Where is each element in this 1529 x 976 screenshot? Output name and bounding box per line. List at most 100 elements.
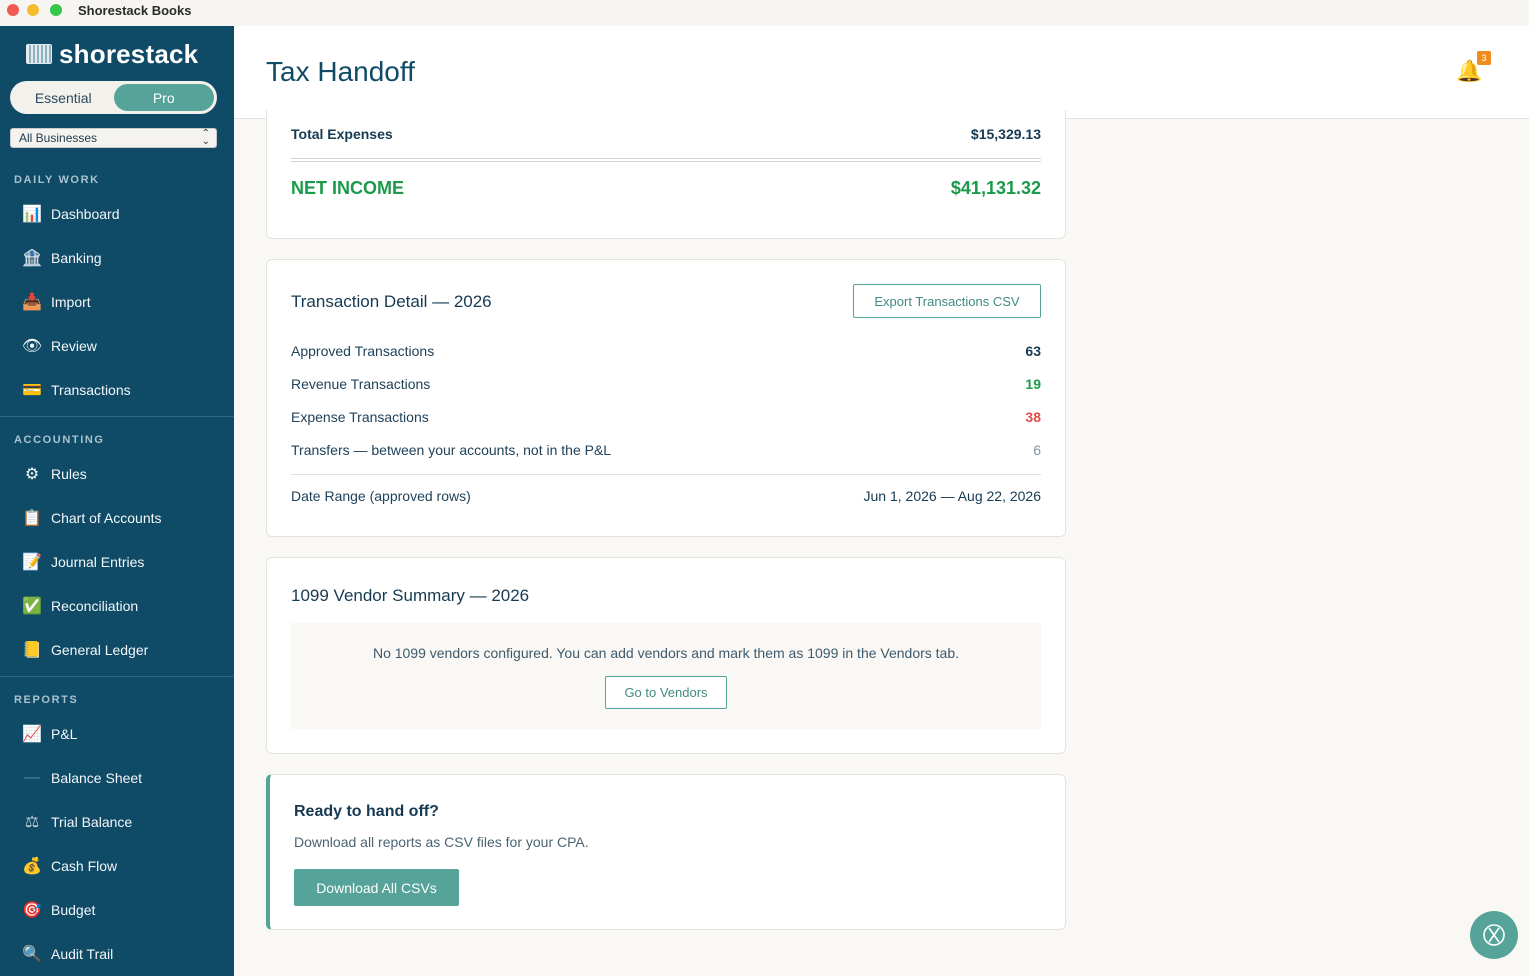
sidebar-item-budget[interactable]: 🎯 Budget <box>22 898 95 922</box>
sidebar-item-cash-flow[interactable]: 💰 Cash Flow <box>22 854 117 878</box>
net-income-value: $41,131.32 <box>950 178 1041 198</box>
section-heading-daily-work: DAILY WORK <box>14 174 100 186</box>
sidebar-item-label: Reconciliation <box>51 598 139 614</box>
eye-icon: 👁 <box>21 338 43 355</box>
total-expenses-row: Total Expenses $15,329.13 <box>291 126 1041 142</box>
sidebar-item-dashboard[interactable]: 📊 Dashboard <box>22 202 119 226</box>
sidebar-item-banking[interactable]: 🏦 Banking <box>22 246 102 270</box>
stat-value: 38 <box>1025 409 1041 425</box>
vendor-empty-text: No 1099 vendors configured. You can add … <box>372 645 960 661</box>
total-expenses-label: Total Expenses <box>291 126 393 142</box>
total-divider <box>291 158 1041 162</box>
sidebar-item-label: Audit Trail <box>51 946 114 962</box>
sidebar-item-balance-sheet[interactable]: — Balance Sheet <box>22 766 142 790</box>
help-button[interactable] <box>1470 911 1518 959</box>
sidebar-item-label: Budget <box>51 902 96 918</box>
bank-icon: 🏦 <box>22 250 42 267</box>
sidebar-item-label: Journal Entries <box>51 554 145 570</box>
stat-row-transfers: Transfers — between your accounts, not i… <box>291 442 1041 458</box>
stat-row-revenue: Revenue Transactions 19 <box>291 376 1041 392</box>
brand-name: shorestack <box>59 38 199 69</box>
plan-option-essential[interactable]: Essential <box>13 84 114 111</box>
ledger-icon: 📒 <box>22 642 42 659</box>
date-range-label: Date Range (approved rows) <box>291 488 471 504</box>
sidebar-item-label: Import <box>51 294 91 310</box>
plan-option-pro[interactable]: Pro <box>113 84 214 111</box>
vendor-summary-card: 1099 Vendor Summary — 2026 No 1099 vendo… <box>266 557 1066 754</box>
maximize-window-button[interactable] <box>50 4 62 16</box>
stat-divider <box>291 474 1041 475</box>
memo-icon: 📝 <box>22 554 42 571</box>
business-select-value: All Businesses <box>19 131 98 145</box>
check-mark-icon: ✅ <box>22 598 42 615</box>
sidebar-divider <box>0 416 234 417</box>
scales-icon: ⚖ <box>24 814 40 831</box>
date-range-row: Date Range (approved rows) Jun 1, 2026 —… <box>291 488 1041 504</box>
pl-summary-card: Total Expenses $15,329.13 NET INCOME $41… <box>266 110 1066 239</box>
money-bag-icon: 💰 <box>22 858 42 875</box>
stat-label: Revenue Transactions <box>291 376 431 392</box>
business-select[interactable]: All Businesses ⌃ ⌄ <box>10 128 217 148</box>
sidebar-item-label: Transactions <box>51 382 131 398</box>
sidebar-item-label: Chart of Accounts <box>51 510 162 526</box>
total-expenses-value: $15,329.13 <box>970 126 1041 142</box>
close-window-button[interactable] <box>7 4 19 16</box>
lifebuoy-icon <box>1483 924 1505 946</box>
sidebar-item-label: Review <box>51 338 97 354</box>
page-title: Tax Handoff <box>266 56 415 87</box>
stat-row-expense: Expense Transactions 38 <box>291 409 1041 425</box>
sidebar-item-chart-of-accounts[interactable]: 📋 Chart of Accounts <box>22 506 162 530</box>
stat-value: 6 <box>1033 442 1041 458</box>
sidebar-item-label: Banking <box>51 250 102 266</box>
vendor-empty-state: No 1099 vendors configured. You can add … <box>291 623 1041 729</box>
go-to-vendors-button[interactable]: Go to Vendors <box>605 676 727 709</box>
stat-value: 63 <box>1025 343 1041 359</box>
target-icon: 🎯 <box>22 902 42 919</box>
credit-card-icon: 💳 <box>22 382 42 399</box>
sidebar: shorestack Essential Pro All Businesses … <box>0 26 234 976</box>
sidebar-item-reconciliation[interactable]: ✅ Reconciliation <box>22 594 138 618</box>
stat-value: 19 <box>1025 376 1041 392</box>
stat-label: Expense Transactions <box>291 409 429 425</box>
select-arrows-icon: ⌃ ⌄ <box>201 128 210 147</box>
stat-row-approved: Approved Transactions 63 <box>291 343 1041 359</box>
trending-chart-icon: 📈 <box>22 726 42 743</box>
vendor-summary-title: 1099 Vendor Summary — 2026 <box>291 586 530 605</box>
section-heading-reports: REPORTS <box>14 694 79 706</box>
dash-icon: — <box>24 769 40 786</box>
handoff-title: Ready to hand off? <box>294 803 439 820</box>
sidebar-item-general-ledger[interactable]: 📒 General Ledger <box>22 638 148 662</box>
sidebar-item-p-and-l[interactable]: 📈 P&L <box>22 722 77 746</box>
sidebar-divider <box>0 676 234 677</box>
stat-label: Approved Transactions <box>291 343 435 359</box>
sidebar-item-trial-balance[interactable]: ⚖ Trial Balance <box>22 810 132 834</box>
notification-badge: 3 <box>1477 51 1491 65</box>
sidebar-item-label: Balance Sheet <box>51 770 143 786</box>
plan-toggle: Essential Pro <box>10 81 217 114</box>
clipboard-icon: 📋 <box>22 510 42 527</box>
window-title: Shorestack Books <box>78 3 192 18</box>
net-income-label: NET INCOME <box>291 178 405 198</box>
inbox-tray-icon: 📥 <box>22 294 42 311</box>
sidebar-item-rules[interactable]: ⚙ Rules <box>22 462 87 486</box>
window-titlebar: Shorestack Books <box>0 0 1529 26</box>
sidebar-item-import[interactable]: 📥 Import <box>22 290 91 314</box>
download-all-csvs-button[interactable]: Download All CSVs <box>294 869 459 906</box>
sidebar-item-journal-entries[interactable]: 📝 Journal Entries <box>22 550 144 574</box>
sidebar-item-transactions[interactable]: 💳 Transactions <box>22 378 131 402</box>
gear-icon: ⚙ <box>24 466 40 483</box>
handoff-description: Download all reports as CSV files for yo… <box>294 834 589 850</box>
stat-label: Transfers — between your accounts, not i… <box>291 442 612 458</box>
export-transactions-csv-button[interactable]: Export Transactions CSV <box>853 284 1041 318</box>
bar-chart-icon: 📊 <box>22 206 42 223</box>
section-heading-accounting: ACCOUNTING <box>14 434 105 446</box>
sidebar-item-review[interactable]: 👁 Review <box>22 334 97 358</box>
magnifier-icon: 🔍 <box>22 946 42 963</box>
sidebar-item-label: Trial Balance <box>51 814 133 830</box>
sidebar-item-label: P&L <box>51 726 78 742</box>
date-range-value: Jun 1, 2026 — Aug 22, 2026 <box>863 488 1041 504</box>
minimize-window-button[interactable] <box>27 4 39 16</box>
logo-icon <box>26 44 52 64</box>
brand-logo[interactable]: shorestack <box>26 39 198 69</box>
sidebar-item-audit-trail[interactable]: 🔍 Audit Trail <box>22 942 113 966</box>
